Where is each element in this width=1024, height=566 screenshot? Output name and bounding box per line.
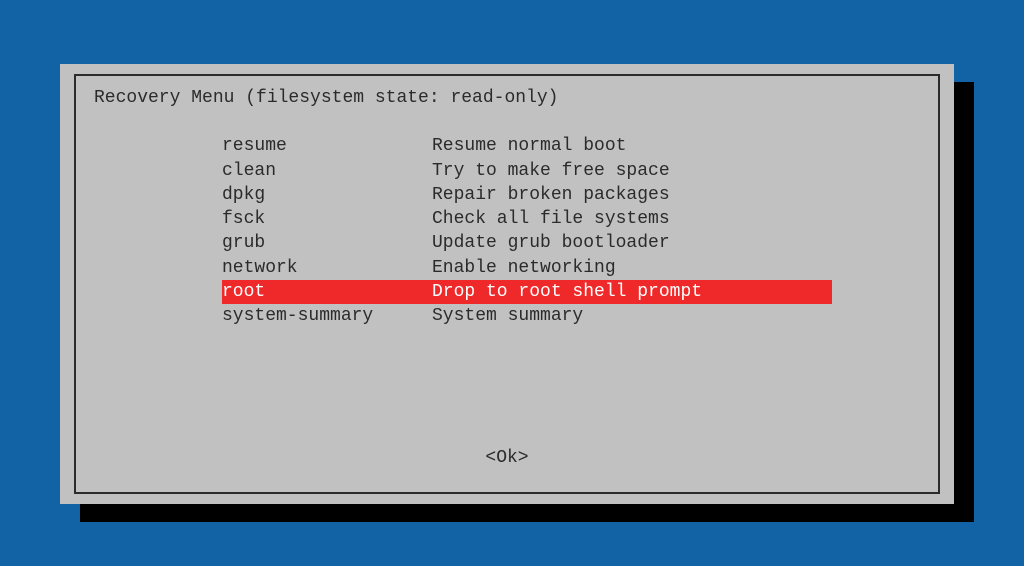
menu-item-key: clean <box>222 159 432 183</box>
menu-item-grub[interactable]: grub Update grub bootloader <box>222 231 832 255</box>
menu-item-key: resume <box>222 134 432 158</box>
recovery-menu-dialog: Recovery Menu (filesystem state: read-on… <box>60 64 954 504</box>
menu-item-desc: Update grub bootloader <box>432 231 832 255</box>
menu-item-key: dpkg <box>222 183 432 207</box>
menu-item-desc: Enable networking <box>432 256 832 280</box>
menu-item-fsck[interactable]: fsck Check all file systems <box>222 207 832 231</box>
menu-item-dpkg[interactable]: dpkg Repair broken packages <box>222 183 832 207</box>
menu-item-root[interactable]: root Drop to root shell prompt <box>222 280 832 304</box>
menu-item-desc: Try to make free space <box>432 159 832 183</box>
menu-item-key: grub <box>222 231 432 255</box>
menu-item-key: system-summary <box>222 304 432 328</box>
menu-list[interactable]: resume Resume normal boot clean Try to m… <box>222 134 832 328</box>
menu-item-key: network <box>222 256 432 280</box>
menu-item-system-summary[interactable]: system-summary System summary <box>222 304 832 328</box>
menu-item-desc: System summary <box>432 304 832 328</box>
menu-item-resume[interactable]: resume Resume normal boot <box>222 134 832 158</box>
menu-item-desc: Drop to root shell prompt <box>432 280 832 304</box>
menu-item-desc: Repair broken packages <box>432 183 832 207</box>
menu-item-desc: Resume normal boot <box>432 134 832 158</box>
dialog-title: Recovery Menu (filesystem state: read-on… <box>94 86 920 110</box>
menu-item-key: fsck <box>222 207 432 231</box>
menu-item-clean[interactable]: clean Try to make free space <box>222 159 832 183</box>
menu-item-key: root <box>222 280 432 304</box>
dialog-frame: Recovery Menu (filesystem state: read-on… <box>74 74 940 494</box>
menu-item-network[interactable]: network Enable networking <box>222 256 832 280</box>
ok-button[interactable]: <Ok> <box>76 446 938 470</box>
menu-item-desc: Check all file systems <box>432 207 832 231</box>
